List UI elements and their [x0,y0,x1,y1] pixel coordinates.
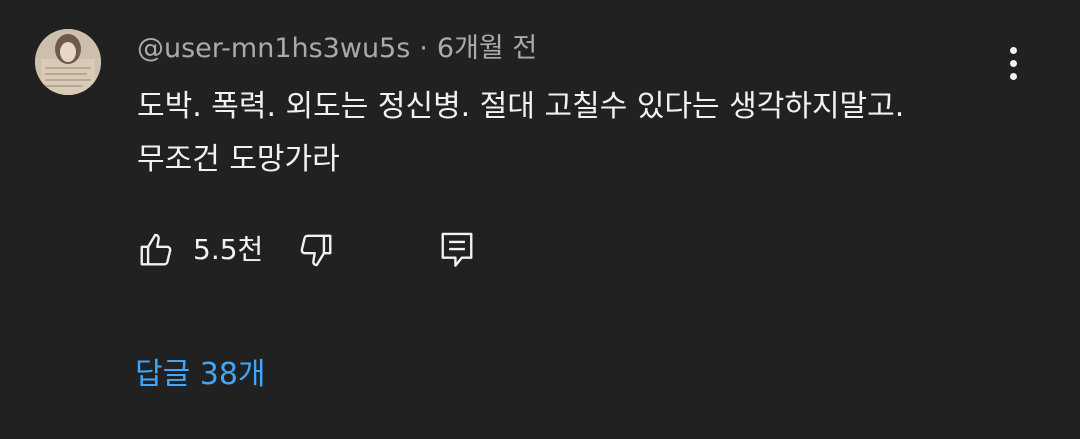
dislike-button[interactable] [297,230,335,270]
reply-button[interactable] [438,228,476,270]
meta-separator: · [419,33,428,64]
comment-text: 도박. 폭력. 외도는 정신병. 절대 고칠수 있다는 생각하지말고. 무조건 … [137,80,977,186]
thumbs-up-icon [140,233,172,266]
author-name[interactable]: @user-mn1hs3wu5s [137,33,410,64]
more-vert-icon-dot-1 [1009,46,1017,54]
avatar[interactable] [35,29,101,95]
more-vert-icon-dot-2 [1009,59,1017,67]
comment-time[interactable]: 6개월 전 [437,33,537,64]
comment-reply-icon [441,232,473,267]
comment-text-line-2: 무조건 도망가라 [137,142,340,177]
like-count: 5.5천 [193,233,264,266]
more-button[interactable] [995,40,1031,86]
comment-text-line-1: 도박. 폭력. 외도는 정신병. 절대 고칠수 있다는 생각하지말고. [137,89,905,124]
comment-meta: @user-mn1hs3wu5s · 6개월 전 [137,30,537,68]
thumbs-down-icon [300,234,332,267]
comment-card: @user-mn1hs3wu5s · 6개월 전 도박. 폭력. 외도는 정신병. … [0,0,1080,439]
avatar-image [35,29,101,95]
like-button[interactable]: 5.5천 [137,230,263,270]
more-vert-icon-dot-3 [1009,72,1017,80]
view-replies-link[interactable]: 답글 38개 [135,353,266,397]
